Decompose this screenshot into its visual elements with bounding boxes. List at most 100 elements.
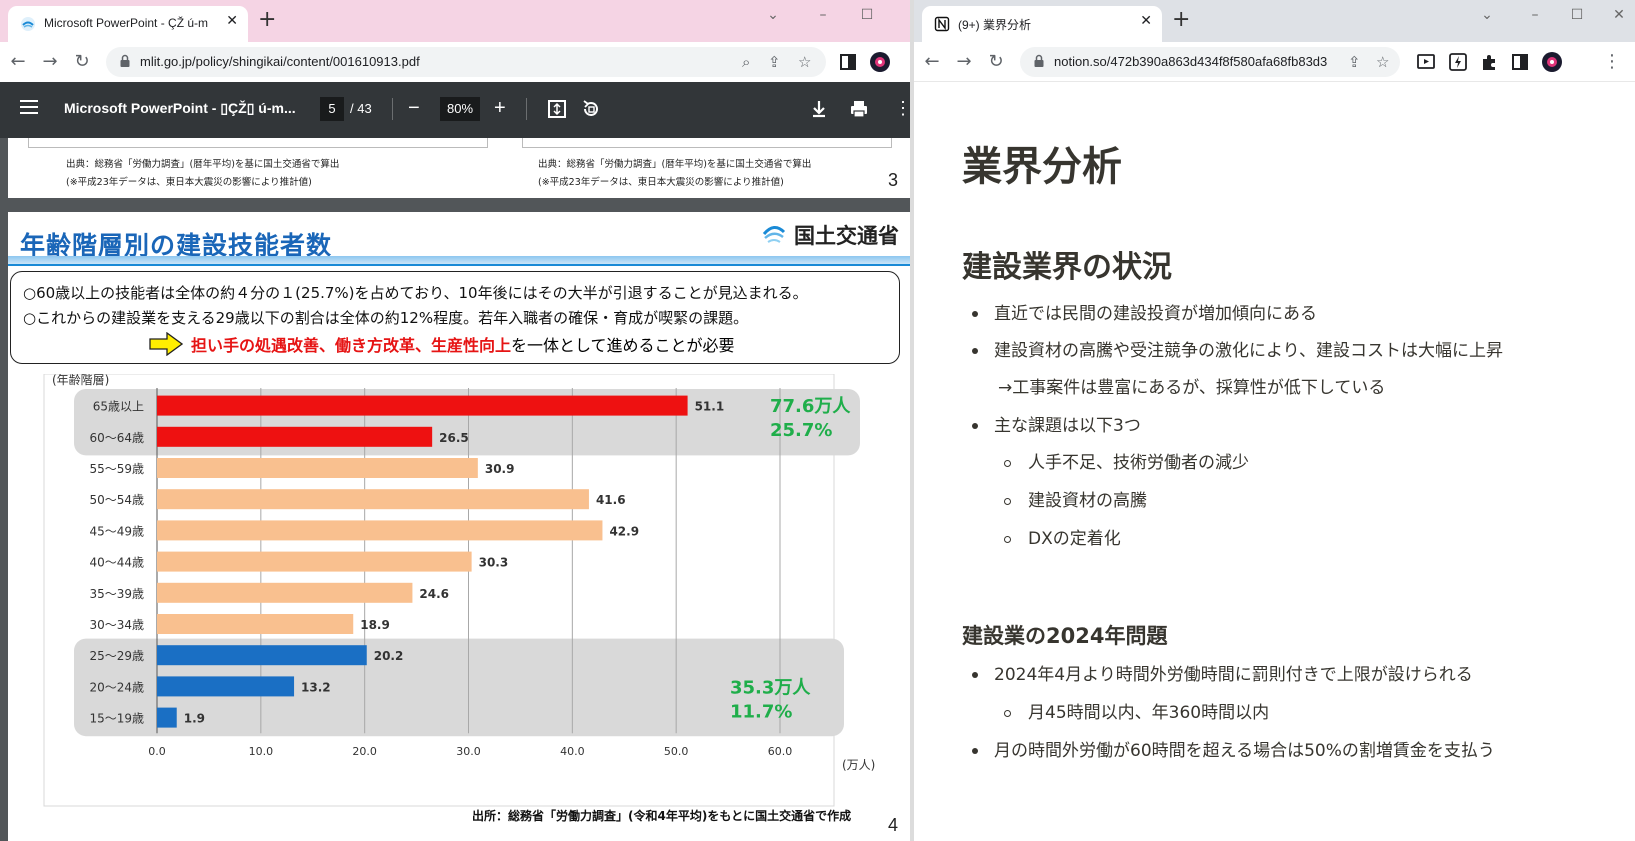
bar [157,645,367,666]
reload-icon[interactable]: ↻ [70,50,94,74]
bullet-dot [972,423,978,429]
right-browser-window: (9+) 業界分析 ✕ + ⌄ – ☐ ✕ ← → ↻ notion.so/47… [914,0,1635,841]
notion-heading-section1[interactable]: 建設業界の状況 [962,242,1172,286]
extensions-puzzle-icon[interactable] [1478,50,1502,74]
zoom-in-icon[interactable]: + [494,96,506,120]
bookmark-star-icon[interactable]: ☆ [798,53,811,71]
bar [157,458,478,478]
value-label: 30.9 [485,462,515,476]
forward-arrow-icon[interactable]: → [38,50,62,74]
zoom-out-icon[interactable]: − [408,96,420,120]
side-panel-icon[interactable] [836,50,860,74]
back-arrow-icon[interactable]: ← [920,50,944,74]
sub-bullet-circle [1004,460,1011,467]
close-window-icon[interactable]: ✕ [1604,4,1634,26]
download-icon[interactable] [808,98,830,120]
notion-sub-bullet-item[interactable]: 建設資材の高騰 [1028,486,1147,511]
notion-bullet-item[interactable]: 2024年4月より時間外労働時間に罰則付きで上限が設けられる [994,660,1473,685]
bar [157,395,688,416]
share-icon[interactable]: ⇪ [1348,53,1361,71]
share-icon[interactable]: ⇪ [768,53,781,71]
pdf-page-total: / 43 [350,101,372,116]
share-annotation-count: 77.6万人 [770,396,851,417]
toolbar-divider [526,98,527,120]
page3-source-right: 出典：総務省「労働力調査」(暦年平均)を基に国土交通省で算出 [538,159,812,170]
tab-search-chevron-icon[interactable]: ⌄ [1472,4,1502,26]
summary-line-1: ○60歳以上の技能者は全体の約４分の１(25.7%)を占めており、10年後にはそ… [23,284,808,302]
right-tab-close-icon[interactable]: ✕ [1140,13,1152,29]
right-address-bar[interactable]: notion.so/472b390a863d434f8f580afa68fb83… [1020,47,1400,77]
left-tab-close-icon[interactable]: ✕ [226,13,238,29]
y-axis-label: (年齢階層) [52,374,109,387]
mlit-emblem-icon [762,220,786,244]
notion-bullet-item[interactable]: 直近では民間の建設投資が増加傾向にある [994,299,1317,324]
page3-source-left: 出典：総務省「労働力調査」(暦年平均)を基に国土交通省で算出 [66,159,340,170]
category-label: 30～34歳 [89,618,144,632]
reload-icon[interactable]: ↻ [984,50,1008,74]
left-active-tab[interactable]: Microsoft PowerPoint - ÇŽ ú-m ✕ [8,6,248,42]
notion-page: 業界分析 建設業界の状況 直近では民間の建設投資が増加傾向にある 建設資材の高騰… [914,82,1635,841]
share-annotation-percent: 25.7% [770,420,832,441]
more-options-icon[interactable]: ⋮ [894,96,910,120]
notion-page-title[interactable]: 業界分析 [962,134,1122,192]
zoom-magnifier-icon[interactable]: ⌕ [742,53,750,71]
left-tab-title: Microsoft PowerPoint - ÇŽ ú-m [44,16,209,30]
right-active-tab[interactable]: (9+) 業界分析 ✕ [922,6,1162,42]
notion-sub-bullet-item[interactable]: DXの定着化 [1028,524,1121,549]
extension-bolt-icon[interactable] [1446,50,1470,74]
forward-arrow-icon[interactable]: → [952,50,976,74]
pdf-zoom-input[interactable]: 80% [440,97,480,121]
fit-to-page-icon[interactable] [546,98,568,120]
notion-bullet-item[interactable]: 主な課題は以下3つ [994,411,1141,436]
left-address-bar[interactable]: mlit.go.jp/policy/shingikai/content/0016… [106,47,826,77]
category-label: 45～49歳 [89,524,144,538]
notion-heading-section2[interactable]: 建設業の2024年問題 [962,620,1167,650]
notion-bullet-item[interactable]: 月の時間外労働が60時間を超える場合は50%の割増賃金を支払う [994,736,1495,761]
bullet-dot [972,748,978,754]
browser-menu-icon[interactable]: ⋮ [1600,50,1624,74]
notion-sub-bullet-item[interactable]: 人手不足、技術労働者の減少 [1028,448,1249,473]
back-arrow-icon[interactable]: ← [6,50,30,74]
value-label: 51.1 [695,400,725,414]
left-browser-window: Microsoft PowerPoint - ÇŽ ú-m ✕ + ⌄ – ☐ … [0,0,910,841]
mlit-logo: 国土交通省 [756,216,906,250]
maximize-icon[interactable]: ☐ [852,4,882,26]
new-tab-plus-icon[interactable]: + [1172,8,1190,32]
bullet-dot [972,311,978,317]
maximize-icon[interactable]: ☐ [1562,4,1592,26]
media-control-icon[interactable] [1414,50,1438,74]
bar [157,426,433,447]
yellow-arrow-icon [149,332,183,356]
pdf-page-4: 年齢階層別の建設技能者数 国土交通省 ○60歳以上の技能者は全体の約４分の１(2… [8,212,910,841]
profile-avatar-icon[interactable] [1540,50,1564,74]
side-panel-icon[interactable] [1508,50,1532,74]
bookmark-star-icon[interactable]: ☆ [1376,53,1389,71]
category-label: 20～24歳 [89,680,144,694]
pdf-menu-icon[interactable] [20,100,38,114]
page3-note-right: (※平成23年データは、東日本大震災の影響により推計値) [538,177,784,188]
notion-continuation-line[interactable]: →工事案件は豊富にあるが、採算性が低下している [998,373,1385,398]
notion-sub-bullet-item[interactable]: 月45時間以内、年360時間以内 [1028,698,1269,723]
tab-search-chevron-icon[interactable]: ⌄ [758,4,788,26]
toolbar-divider [392,98,393,120]
x-tick-label: 0.0 [148,745,166,758]
mlit-logo-text: 国土交通省 [794,224,899,248]
page4-number: 4 [887,815,898,835]
minimize-icon[interactable]: – [1520,4,1550,26]
value-label: 13.2 [301,680,331,694]
heading-underline-band [8,256,910,264]
summary-line-2: ○これからの建設業を支える29歳以下の割合は全体の約12%程度。若年入職者の確保… [23,309,749,327]
bar [157,520,603,541]
profile-avatar-icon[interactable] [868,50,892,74]
new-tab-plus-icon[interactable]: + [258,8,276,32]
minimize-icon[interactable]: – [808,4,838,26]
bar [157,614,354,634]
value-label: 26.5 [439,431,469,445]
left-tab-strip: Microsoft PowerPoint - ÇŽ ú-m ✕ + ⌄ – ☐ [0,0,910,42]
rotate-icon[interactable] [580,98,602,120]
x-tick-label: 50.0 [664,745,689,758]
pdf-page-input[interactable]: 5 [320,97,344,121]
right-navigation-toolbar: ← → ↻ notion.so/472b390a863d434f8f580afa… [914,42,1635,82]
print-icon[interactable] [848,98,870,120]
notion-bullet-item[interactable]: 建設資材の高騰や受注競争の激化により、建設コストは大幅に上昇 [994,336,1503,361]
